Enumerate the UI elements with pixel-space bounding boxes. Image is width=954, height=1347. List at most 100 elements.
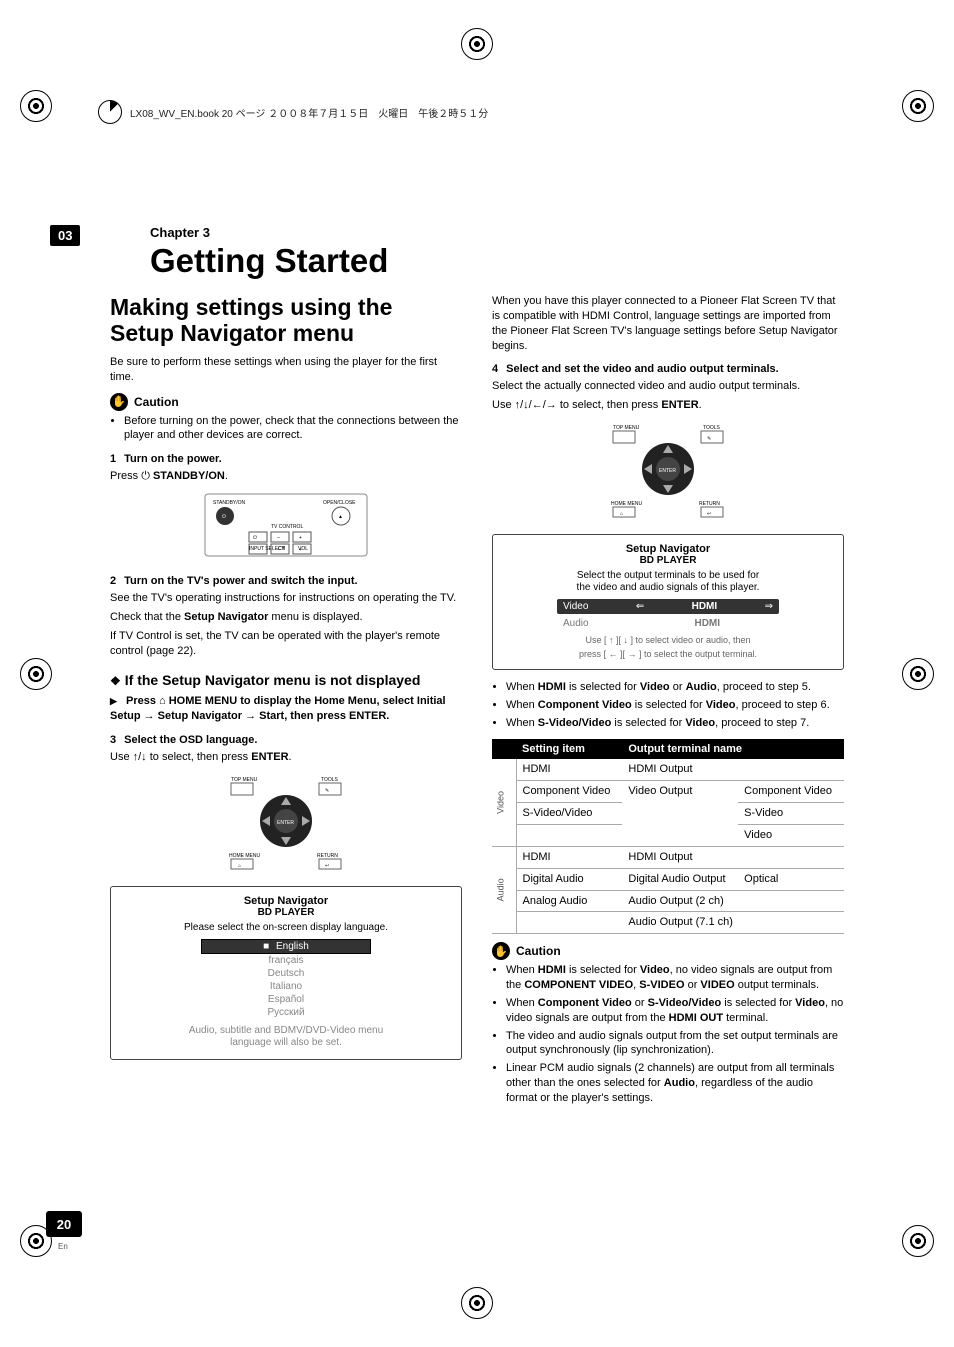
crop-mark-icon	[461, 1287, 493, 1319]
svg-text:OPEN/CLOSE: OPEN/CLOSE	[323, 500, 356, 506]
table-cell: Video	[738, 824, 844, 846]
print-header: LX08_WV_EN.book 20 ページ ２００８年７月１５日 火曜日 午後…	[130, 105, 488, 120]
note-item: When Component Video is selected for Vid…	[506, 698, 844, 713]
step-title: Turn on the power.	[124, 453, 222, 465]
osd-subtitle: BD PLAYER	[503, 555, 833, 566]
step-3-body: Use ↑/↓ to select, then press ENTER.	[110, 750, 462, 765]
svg-text:TOOLS: TOOLS	[703, 425, 721, 431]
language-list: ■ English français Deutsch Italiano Espa…	[201, 939, 371, 1019]
svg-text:✎: ✎	[707, 436, 711, 442]
step-num: 3	[110, 734, 116, 746]
table-header: Setting item	[516, 739, 622, 760]
svg-text:⏻: ⏻	[222, 514, 226, 520]
crop-mark-icon	[20, 658, 52, 690]
table-cell: Digital Audio Output	[622, 868, 738, 890]
note-item: When HDMI is selected for Video or Audio…	[506, 680, 844, 695]
diamond-icon: ❖	[110, 674, 121, 688]
table-cell: Component Video	[516, 781, 622, 803]
step-4-use: Use ↑/↓/←/→ to select, then press ENTER.	[492, 398, 844, 413]
caution-item: Before turning on the power, check that …	[124, 414, 462, 444]
language-option-selected: ■ English	[201, 939, 371, 954]
language-option: Español	[201, 993, 371, 1006]
language-option: français	[201, 954, 371, 967]
osd-text: Please select the on-screen display lang…	[121, 922, 451, 933]
language-option: Deutsch	[201, 967, 371, 980]
page-number: 20	[46, 1211, 82, 1237]
caution-item: When Component Video or S-Video/Video is…	[506, 996, 844, 1026]
triangle-icon: ▶	[110, 696, 117, 706]
crop-mark-icon	[461, 28, 493, 60]
arrow-left-icon: ⇐	[636, 601, 644, 612]
osd-output-box: Setup Navigator BD PLAYER Select the out…	[492, 534, 844, 670]
svg-text:+: +	[299, 547, 302, 553]
sub-heading: ❖If the Setup Navigator menu is not disp…	[110, 672, 462, 688]
svg-text:✎: ✎	[325, 788, 329, 794]
step-4: 4Select and set the video and audio outp…	[492, 363, 844, 375]
arrow-keys-icon: ↑/↓	[133, 751, 147, 763]
step-title: Turn on the TV's power and switch the in…	[124, 575, 357, 587]
table-cell	[516, 824, 622, 846]
svg-text:↩: ↩	[325, 863, 329, 869]
svg-text:⏻: ⏻	[253, 535, 257, 541]
language-option: Italiano	[201, 980, 371, 993]
table-cell: Optical	[738, 868, 844, 890]
table-cell: Component Video	[738, 781, 844, 803]
svg-text:TOOLS: TOOLS	[321, 777, 339, 783]
note-item: When S-Video/Video is selected for Video…	[506, 716, 844, 731]
svg-text:ENTER: ENTER	[277, 820, 294, 826]
step-4-body: Select the actually connected video and …	[492, 379, 844, 394]
nav-help: Use [ ↑ ][ ↓ ] to select video or audio,…	[503, 635, 833, 645]
arrow-keys-icon: ↑/↓/←/→	[515, 399, 557, 411]
table-cell	[516, 912, 622, 934]
step-1-body: Press ⏻ STANDBY/ON.	[110, 469, 462, 484]
remote-nav-figure: TOP MENU TOOLS ✎ ENTER HOME MENU ⌂ RE	[221, 771, 351, 876]
step-2-body1: See the TV's operating instructions for …	[110, 591, 462, 606]
svg-text:HOME MENU: HOME MENU	[229, 853, 261, 859]
osd-text: the video and audio signals of this play…	[503, 582, 833, 593]
table-header: Output terminal name	[622, 739, 844, 760]
svg-text:TV CONTROL: TV CONTROL	[271, 524, 303, 530]
caution-heading: ✋ Caution	[110, 393, 462, 411]
power-icon: ⏻	[141, 470, 150, 482]
table-cell: Analog Audio	[516, 890, 622, 912]
table-cell: Audio Output (7.1 ch)	[622, 912, 844, 934]
caution-label: Caution	[516, 944, 561, 958]
step-num: 1	[110, 453, 116, 465]
step-2: 2Turn on the TV's power and switch the i…	[110, 575, 462, 587]
remote-buttons-figure: STANDBY/ON ⏻ OPEN/CLOSE ▲ TV CONTROL ⏻ –…	[201, 490, 371, 565]
svg-text:TOP MENU: TOP MENU	[231, 777, 258, 783]
section-heading: Making settings using the Setup Navigato…	[110, 294, 462, 347]
crop-mark-icon	[20, 90, 52, 122]
sub-instruction: ▶ Press ⌂ HOME MENU to display the Home …	[110, 694, 462, 724]
table-cell	[738, 846, 844, 868]
osd-footer: Audio, subtitle and BDMV/DVD-Video menu	[121, 1025, 451, 1036]
table-cell: S-Video	[738, 803, 844, 825]
caution-icon: ✋	[110, 393, 128, 411]
home-icon: ⌂	[159, 695, 166, 707]
nav-row-audio: Audio HDMI	[557, 616, 779, 631]
step-2-body3: If TV Control is set, the TV can be oper…	[110, 629, 462, 659]
svg-text:–: –	[277, 535, 280, 541]
caution-item: When HDMI is selected for Video, no vide…	[506, 963, 844, 993]
osd-text: Select the output terminals to be used f…	[503, 570, 833, 581]
caution-icon: ✋	[492, 942, 510, 960]
svg-text:HOME MENU: HOME MENU	[611, 501, 643, 507]
table-cell: Audio Output (2 ch)	[622, 890, 844, 912]
step-title: Select the OSD language.	[124, 734, 257, 746]
settings-table: Setting item Output terminal name Video …	[492, 739, 844, 935]
svg-text:⌂: ⌂	[238, 863, 241, 869]
svg-text:⌂: ⌂	[620, 511, 623, 517]
nav-row-video: Video ⇐ HDMI ⇒	[557, 599, 779, 614]
crop-mark-icon	[902, 1225, 934, 1257]
table-group-video: Video	[492, 759, 516, 846]
svg-text:–: –	[277, 547, 280, 553]
table-cell: HDMI Output	[622, 846, 738, 868]
svg-text:+: +	[299, 535, 302, 541]
osd-title: Setup Navigator	[121, 895, 451, 907]
osd-footer: language will also be set.	[121, 1037, 451, 1048]
crop-mark-icon	[902, 658, 934, 690]
svg-text:TOP MENU: TOP MENU	[613, 425, 640, 431]
table-group-audio: Audio	[492, 846, 516, 933]
table-cell: Digital Audio	[516, 868, 622, 890]
svg-text:↩: ↩	[707, 511, 711, 517]
